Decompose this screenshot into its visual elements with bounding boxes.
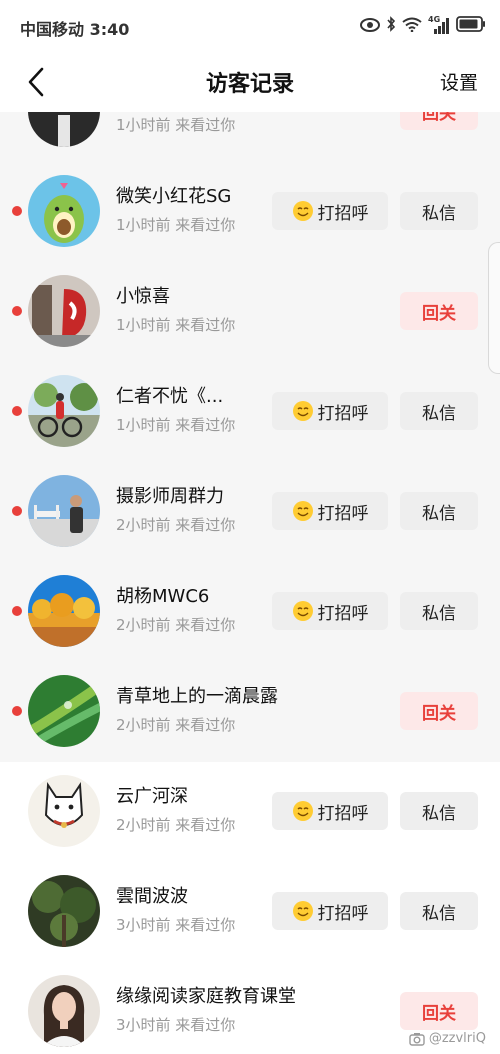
bluetooth-icon <box>386 16 396 36</box>
avatar[interactable] <box>28 675 100 747</box>
visitor-name[interactable]: 小惊喜 <box>116 282 170 308</box>
list-item[interactable]: 胡杨MWC6 2小时前 来看过你 打招呼 私信 <box>0 562 500 662</box>
smile-emoji-icon <box>292 601 313 621</box>
visitor-name[interactable]: 云广河深 <box>116 782 188 808</box>
settings-button[interactable]: 设置 <box>440 68 478 95</box>
visitor-name[interactable]: 胡杨MWC6 <box>116 582 209 608</box>
visit-time: 2小时前 来看过你 <box>116 716 236 734</box>
greet-label: 打招呼 <box>317 203 369 224</box>
back-button[interactable] <box>18 64 54 100</box>
follow-back-button[interactable]: 回关 <box>400 112 478 130</box>
greet-button[interactable]: 打招呼 <box>272 392 388 430</box>
unread-dot <box>12 706 22 716</box>
smile-emoji-icon <box>292 901 313 921</box>
chevron-left-icon <box>28 67 44 97</box>
visitor-name[interactable]: 微笑小红花SG <box>116 182 231 208</box>
greet-label: 打招呼 <box>317 903 369 924</box>
message-button[interactable]: 私信 <box>400 192 478 230</box>
avatar[interactable] <box>28 375 100 447</box>
follow-back-button[interactable]: 回关 <box>400 692 478 730</box>
greet-button[interactable]: 打招呼 <box>272 192 388 230</box>
visit-time: 1小时前 来看过你 <box>116 416 236 434</box>
avatar[interactable] <box>28 775 100 847</box>
message-button[interactable]: 私信 <box>400 592 478 630</box>
unread-dot <box>12 206 22 216</box>
visit-time: 1小时前 来看过你 <box>116 316 236 334</box>
follow-back-button[interactable]: 回关 <box>400 292 478 330</box>
smile-emoji-icon <box>292 501 313 521</box>
avatar[interactable] <box>28 112 100 147</box>
list-item[interactable]: 云广河深 2小时前 来看过你 打招呼 私信 <box>0 762 500 862</box>
visit-time: 1小时前 来看过你 <box>116 216 236 234</box>
list-item[interactable]: 1小时前 来看过你 回关 <box>0 112 500 162</box>
smile-emoji-icon <box>292 201 313 221</box>
status-bar: 中国移动 3:40 4G <box>0 0 500 52</box>
visit-time: 2小时前 来看过你 <box>116 516 236 534</box>
avatar[interactable] <box>28 275 100 347</box>
nav-bar: 访客记录 设置 <box>0 52 500 112</box>
list-item[interactable]: 小惊喜 1小时前 来看过你 回关 <box>0 262 500 362</box>
smile-emoji-icon <box>292 801 313 821</box>
visitor-name[interactable]: 青草地上的一滴晨露 <box>116 682 278 708</box>
unread-dot <box>12 606 22 616</box>
list-item[interactable]: 仁者不忧《... 1小时前 来看过你 打招呼 私信 <box>0 362 500 462</box>
carrier-time: 中国移动 3:40 <box>20 20 130 39</box>
list-item[interactable]: 青草地上的一滴晨露 2小时前 来看过你 回关 <box>0 662 500 762</box>
greet-label: 打招呼 <box>317 803 369 824</box>
list-item[interactable]: 微笑小红花SG 1小时前 来看过你 打招呼 私信 <box>0 162 500 262</box>
list-item[interactable]: 雲間波波 3小时前 来看过你 打招呼 私信 <box>0 862 500 962</box>
message-button[interactable]: 私信 <box>400 892 478 930</box>
visit-time: 2小时前 来看过你 <box>116 816 236 834</box>
avatar[interactable] <box>28 875 100 947</box>
visitor-name[interactable]: 缘缘阅读家庭教育课堂 <box>116 982 296 1008</box>
message-button[interactable]: 私信 <box>400 792 478 830</box>
visitor-name[interactable]: 仁者不忧《... <box>116 382 223 408</box>
greet-button[interactable]: 打招呼 <box>272 592 388 630</box>
avatar[interactable] <box>28 575 100 647</box>
eye-icon <box>360 17 380 36</box>
signal-4g-icon: 4G <box>428 15 450 34</box>
side-pull-handle[interactable] <box>488 242 500 374</box>
greet-button[interactable]: 打招呼 <box>272 792 388 830</box>
greet-label: 打招呼 <box>317 403 369 424</box>
visitor-list[interactable]: 1小时前 来看过你 回关 微笑小红花SG 1小时前 来看过你 打招呼 私信 小惊… <box>0 112 500 1054</box>
greet-label: 打招呼 <box>317 603 369 624</box>
page-title: 访客记录 <box>205 72 294 97</box>
battery-icon <box>456 16 486 36</box>
unread-dot <box>12 506 22 516</box>
greet-button[interactable]: 打招呼 <box>272 492 388 530</box>
message-button[interactable]: 私信 <box>400 492 478 530</box>
follow-back-button[interactable]: 回关 <box>400 992 478 1030</box>
unread-dot <box>12 306 22 316</box>
visit-time: 3小时前 来看过你 <box>116 916 236 934</box>
visit-time: 2小时前 来看过你 <box>116 616 236 634</box>
status-icons: 4G <box>360 15 486 36</box>
message-button[interactable]: 私信 <box>400 392 478 430</box>
list-item[interactable]: 摄影师周群力 2小时前 来看过你 打招呼 私信 <box>0 462 500 562</box>
watermark-text: @zzvlriQ <box>428 1031 486 1046</box>
visitor-name[interactable]: 雲間波波 <box>116 882 188 908</box>
avatar[interactable] <box>28 475 100 547</box>
unread-dot <box>12 406 22 416</box>
smile-emoji-icon <box>292 401 313 421</box>
camera-icon <box>409 1032 425 1046</box>
greet-label: 打招呼 <box>317 503 369 524</box>
avatar[interactable] <box>28 175 100 247</box>
visit-time: 3小时前 来看过你 <box>116 1016 236 1034</box>
avatar[interactable] <box>28 975 100 1047</box>
visitor-name[interactable]: 摄影师周群力 <box>116 482 224 508</box>
watermark: @zzvlriQ <box>409 1031 486 1046</box>
visit-time: 1小时前 来看过你 <box>116 116 236 134</box>
wifi-icon <box>402 17 422 36</box>
greet-button[interactable]: 打招呼 <box>272 892 388 930</box>
